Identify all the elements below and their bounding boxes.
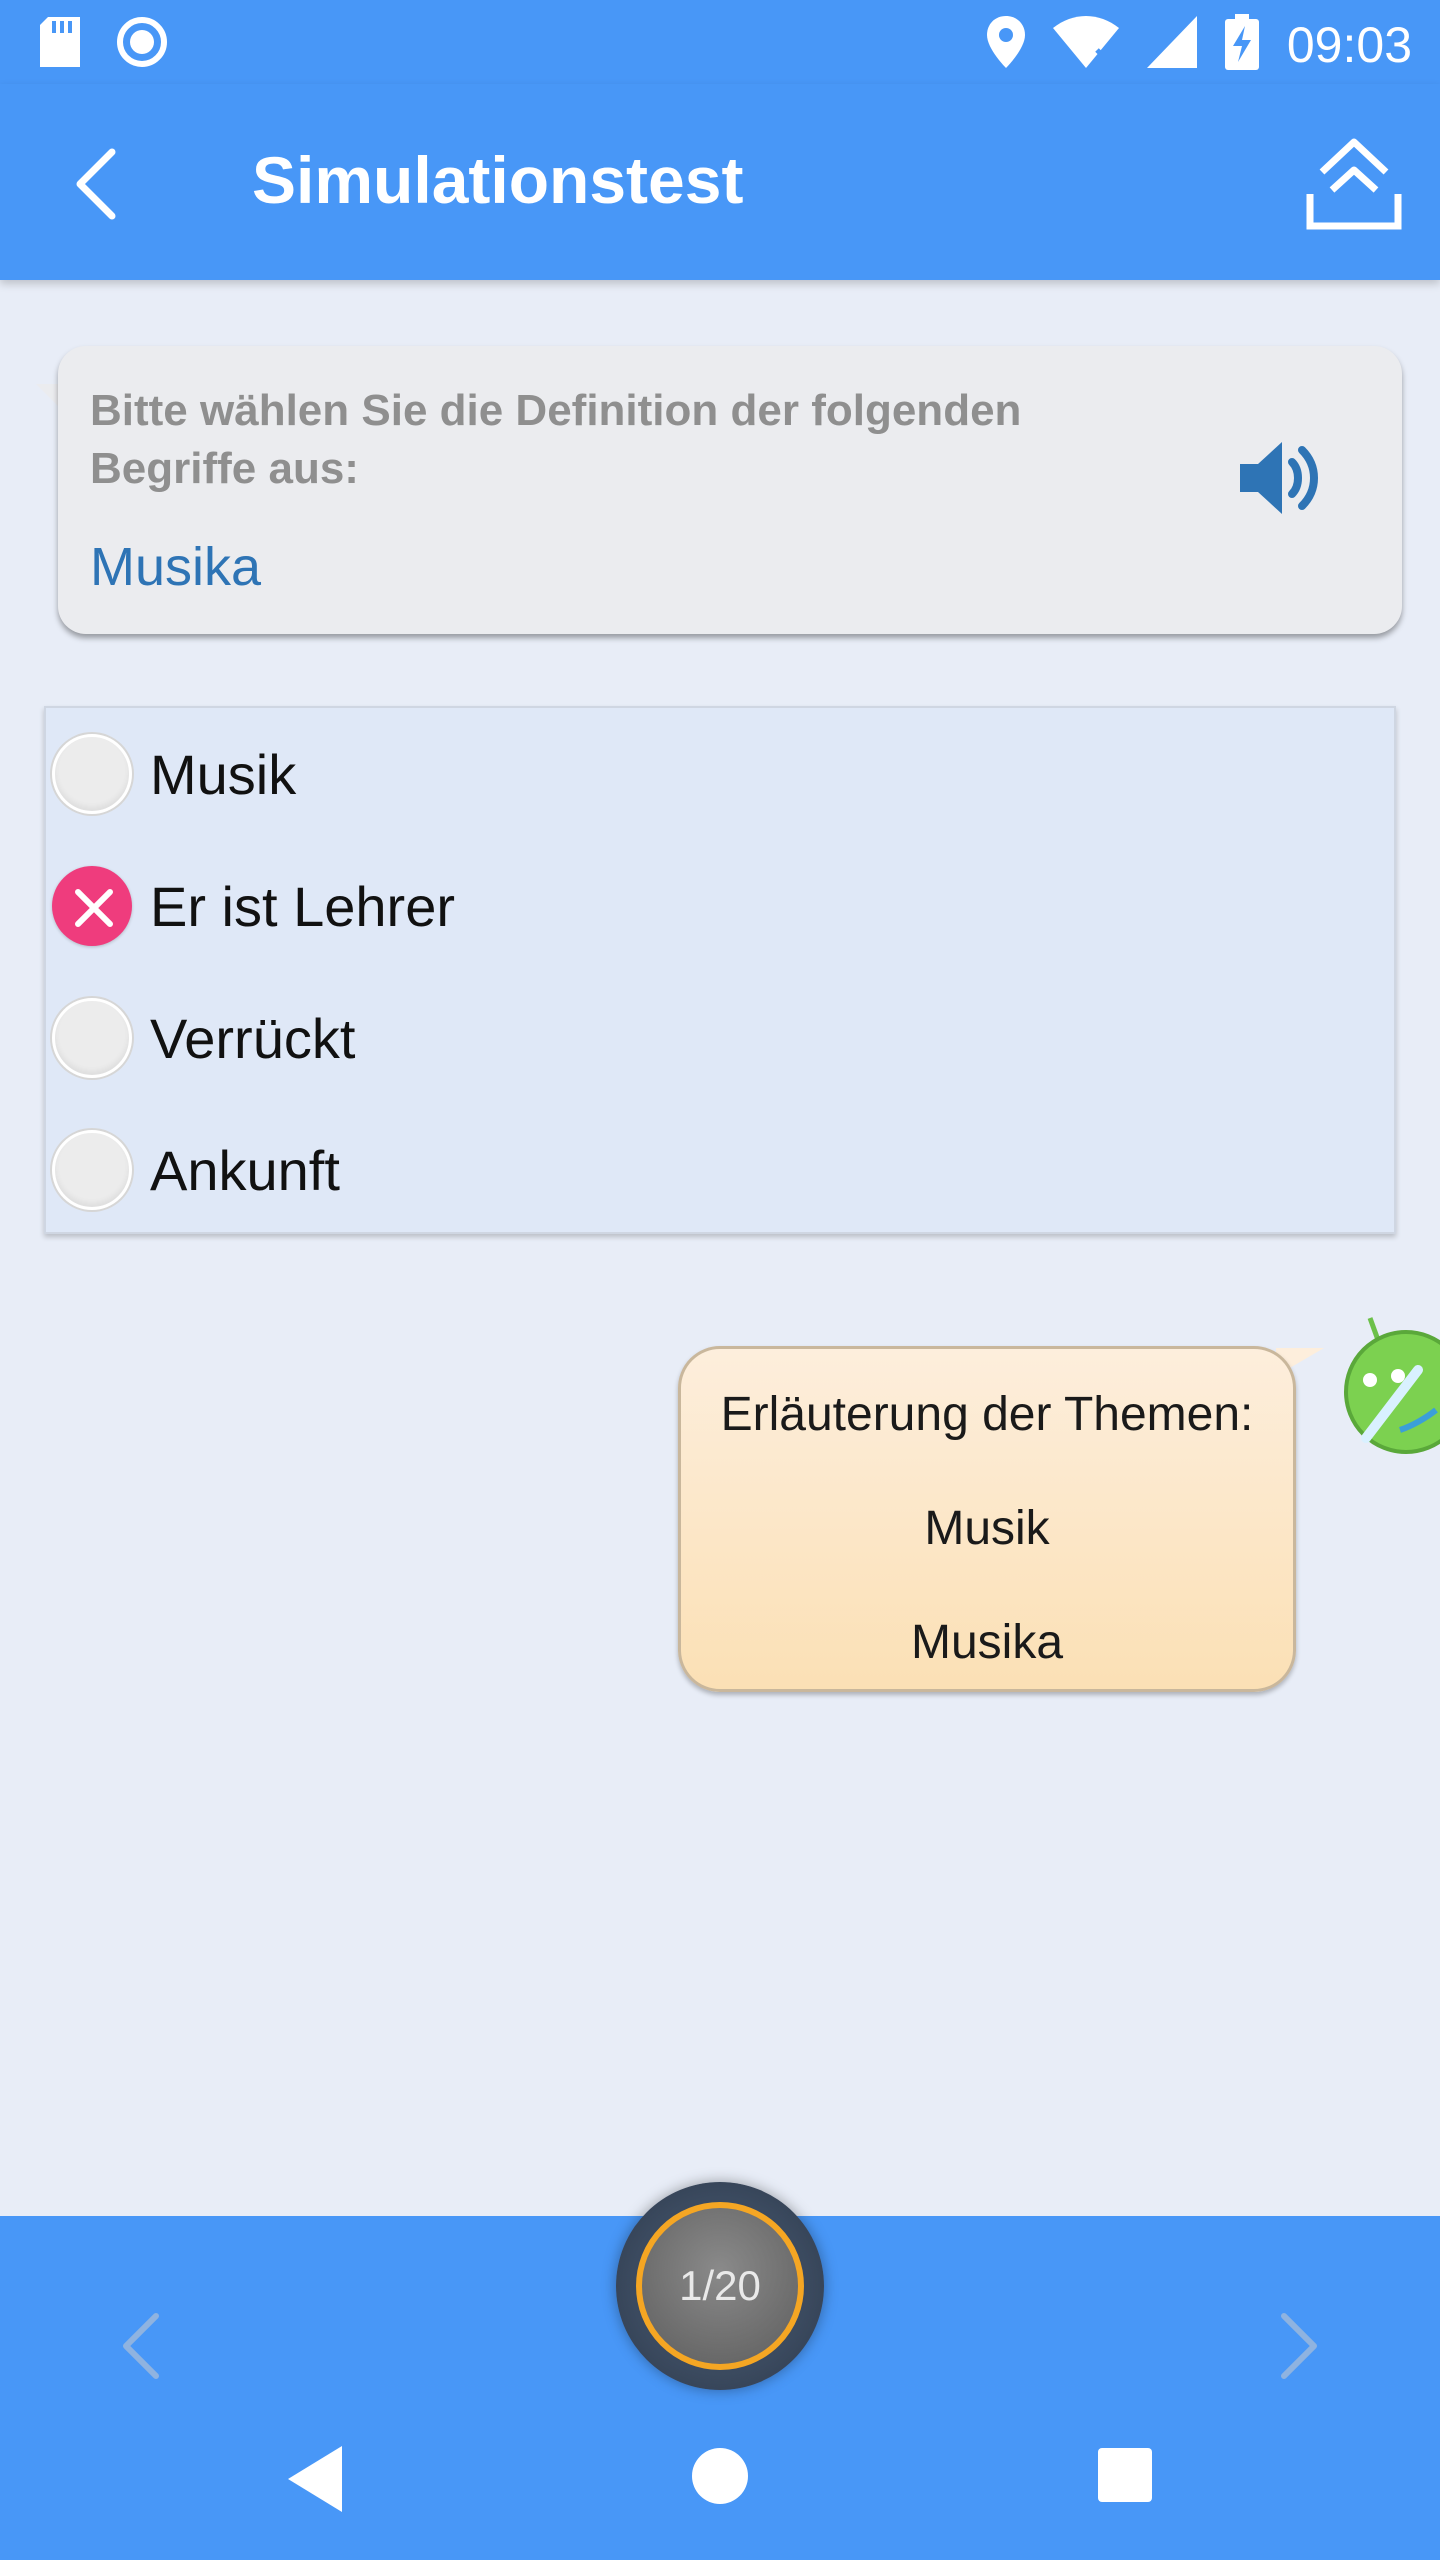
previous-question-button[interactable] [112,2306,172,2386]
status-time: 09:03 [1286,16,1412,73]
answer-options: Musik Er ist Lehrer Verrückt Ankunft [44,706,1396,1234]
answer-option[interactable]: Verrückt [46,972,1394,1104]
triangle-back-icon [288,2446,342,2512]
answer-option[interactable]: Ankunft [46,1104,1394,1236]
answer-option[interactable]: Musik [46,708,1394,840]
back-button[interactable] [60,144,140,224]
speaker-icon [1240,442,1318,514]
counter-text: 1/20 [679,2262,761,2309]
counter-ring: 1/20 [636,2202,804,2370]
android-avatar [1340,1314,1440,1464]
system-back-button[interactable] [286,2444,346,2514]
sd-card-icon [40,17,80,72]
answer-option-selected-wrong[interactable]: Er ist Lehrer [46,840,1394,972]
radio-button[interactable] [52,734,132,814]
record-icon [116,16,168,73]
explanation-bubble: Erläuterung der Themen: Musik Musika [678,1346,1296,1692]
option-label: Ankunft [150,1138,340,1202]
status-bar: 09:03 [0,0,1440,84]
wrong-answer-radio[interactable] [52,866,132,946]
option-label: Verrückt [150,1006,356,1070]
battery-charging-icon [1224,14,1259,75]
option-label: Er ist Lehrer [150,874,455,938]
question-term: Musika [90,537,262,597]
next-question-button[interactable] [1268,2306,1328,2386]
explanation-heading: Erläuterung der Themen: [720,1388,1254,1441]
page-title: Simulationstest [252,143,744,217]
close-icon [75,889,113,927]
explanation-answer: Musik [924,1502,1050,1555]
question-card: Bitte wählen Sie die Definition der folg… [58,346,1402,634]
radio-button[interactable] [52,1130,132,1210]
screen: 09:03 Simulationstest Bitte wählen Sie d… [0,0,1440,2560]
question-prompt: Bitte wählen Sie die Definition der folg… [90,386,1022,493]
wifi-icon [1052,16,1119,73]
android-mascot-icon [1344,1317,1440,1454]
chevron-left-icon [76,148,116,220]
signal-icon [1146,16,1197,73]
upload-icon [1306,138,1402,230]
chevron-left-icon [123,2313,159,2379]
play-audio-button[interactable] [1234,430,1330,526]
radio-button[interactable] [52,998,132,1078]
question-counter[interactable]: 1/20 [616,2182,824,2390]
upload-button[interactable] [1304,134,1404,234]
system-home-button[interactable] [692,2448,748,2504]
system-recents-button[interactable] [1098,2448,1152,2502]
location-icon [986,16,1025,73]
explanation-term: Musika [910,1616,1064,1669]
app-toolbar: Simulationstest [0,84,1440,280]
chevron-right-icon [1281,2313,1317,2379]
option-label: Musik [150,742,297,806]
